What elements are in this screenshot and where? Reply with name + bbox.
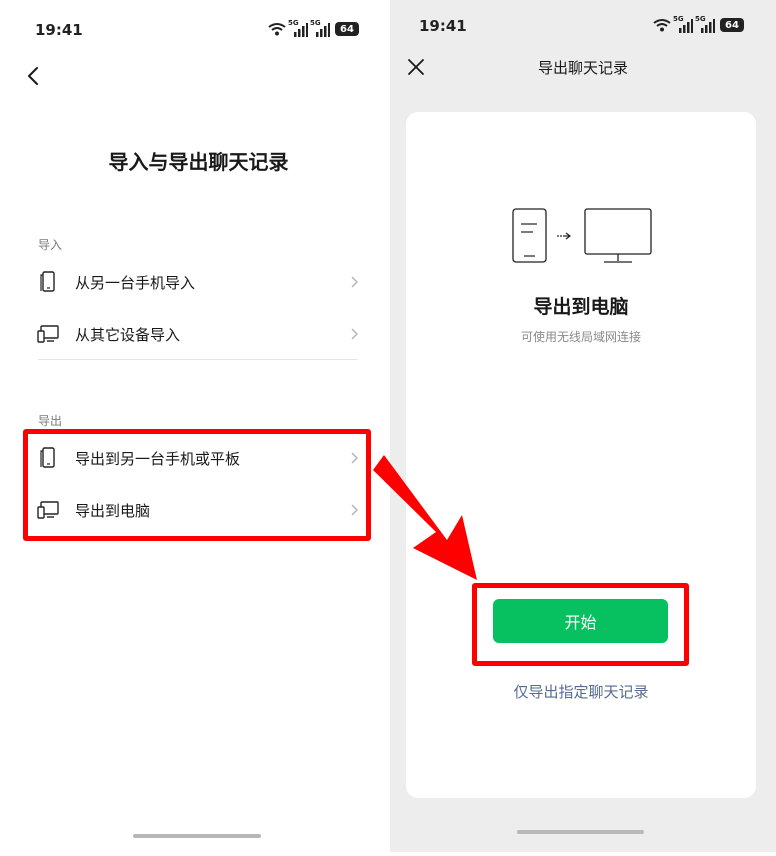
phone-to-computer-illustration — [512, 208, 652, 263]
list-item-export-to-computer[interactable]: 导出到电脑 — [36, 488, 361, 532]
list-item-label: 从其它设备导入 — [75, 325, 181, 344]
status-icons: 5G 5G 64 — [653, 15, 744, 33]
cell-signal-icon: 5G — [288, 19, 308, 37]
chevron-right-icon — [351, 452, 358, 464]
chevron-right-icon — [351, 504, 358, 516]
cell-signal-icon: 5G — [695, 15, 715, 33]
status-bar: 19:41 5G 5G 64 — [390, 0, 776, 50]
nav-title: 导出聊天记录 — [537, 59, 628, 77]
divider — [38, 359, 358, 360]
export-card: 导出到电脑 可使用无线局域网连接 开始 仅导出指定聊天记录 — [406, 112, 756, 798]
status-icons: 5G 5G 64 — [268, 19, 359, 37]
list-item-label: 从另一台手机导入 — [75, 273, 196, 292]
wifi-icon — [268, 23, 286, 36]
phone-icon — [37, 271, 59, 293]
export-selected-chats-link[interactable]: 仅导出指定聊天记录 — [406, 681, 756, 702]
card-title: 导出到电脑 — [533, 296, 629, 318]
home-indicator — [517, 830, 644, 834]
cell-signal-icon: 5G — [310, 19, 330, 37]
back-arrow-icon[interactable] — [18, 61, 48, 91]
wifi-icon — [653, 19, 671, 32]
card-subtitle: 可使用无线局域网连接 — [520, 330, 641, 344]
start-button[interactable]: 开始 — [493, 599, 668, 643]
devices-icon — [37, 499, 59, 521]
home-indicator — [133, 834, 261, 838]
page-title: 导入与导出聊天记录 — [108, 150, 289, 174]
list-item-label: 导出到另一台手机或平板 — [75, 449, 241, 468]
cell-signal-icon: 5G — [673, 15, 693, 33]
section-label-import: 导入 — [38, 238, 63, 252]
right-phone-screen: 19:41 5G 5G 64 导出聊天记录 导出到电脑 可使用无线局域网连接 开… — [390, 0, 776, 852]
battery-icon: 64 — [335, 22, 359, 36]
list-item-import-from-other-device[interactable]: 从其它设备导入 — [36, 312, 361, 356]
chevron-right-icon — [351, 276, 358, 288]
list-item-import-from-phone[interactable]: 从另一台手机导入 — [36, 260, 361, 304]
chevron-right-icon — [351, 328, 358, 340]
list-item-label: 导出到电脑 — [75, 501, 151, 520]
left-phone-screen: 19:41 5G 5G 64 导入与导出聊天记录 导入 从另一台手机导入 从其它… — [8, 6, 389, 850]
phone-icon — [37, 447, 59, 469]
status-time: 19:41 — [419, 17, 467, 35]
devices-icon — [37, 323, 59, 345]
list-item-export-to-phone-or-tablet[interactable]: 导出到另一台手机或平板 — [36, 436, 361, 480]
status-time: 19:41 — [35, 21, 83, 39]
section-label-export: 导出 — [38, 414, 63, 428]
battery-icon: 64 — [720, 18, 744, 32]
status-bar: 19:41 5G 5G 64 — [8, 6, 389, 56]
